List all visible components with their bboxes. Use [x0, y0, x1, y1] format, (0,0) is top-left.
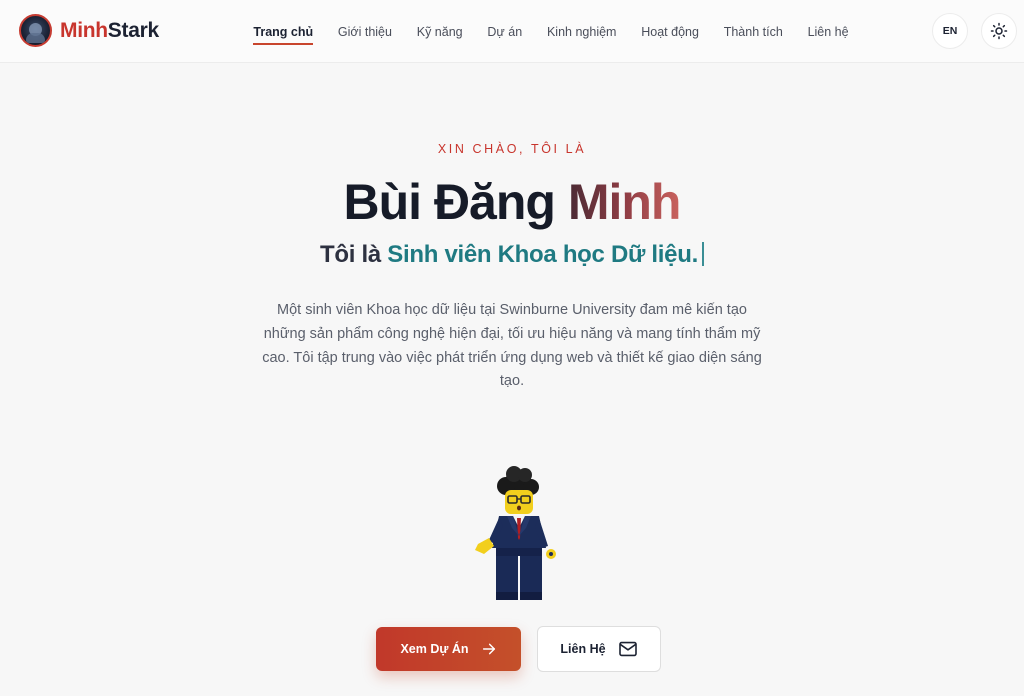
nav-item-achievements[interactable]: Thành tích: [724, 0, 783, 63]
logo-text-part2: Stark: [107, 18, 159, 42]
view-projects-label: Xem Dự Án: [400, 642, 469, 656]
typing-caret: [701, 242, 704, 266]
logo-text-part1: Minh: [60, 18, 108, 42]
nav-item-about[interactable]: Giới thiệu: [338, 0, 392, 63]
view-projects-button[interactable]: Xem Dự Án: [376, 627, 521, 671]
sun-icon: [990, 22, 1008, 40]
theme-toggle-button[interactable]: [981, 13, 1017, 49]
hero-name-accent: Minh: [567, 174, 682, 230]
logo[interactable]: MinhStark: [19, 14, 159, 47]
hero-subtitle-role: Sinh viên Khoa học Dữ liệu.: [387, 241, 698, 268]
hero-eyebrow: XIN CHÀO, TÔI LÀ: [437, 142, 587, 156]
main-nav: Trang chủ Giới thiệu Kỹ năng Dự án Kinh …: [241, 0, 861, 63]
mail-icon: [618, 641, 637, 657]
hero-name-first: Bùi Đăng: [343, 174, 568, 230]
hero-description: Một sinh viên Khoa học dữ liệu tại Swinb…: [262, 302, 762, 390]
logo-avatar: [19, 14, 52, 47]
nav-item-skills[interactable]: Kỹ năng: [417, 0, 463, 63]
site-header: MinhStark Trang chủ Giới thiệu Kỹ năng D…: [0, 0, 1024, 63]
hero-title: Bùi Đăng Minh: [0, 172, 1024, 232]
lego-avatar-image: [462, 466, 562, 602]
logo-text: MinhStark: [60, 19, 159, 43]
hero-subtitle: Tôi là Sinh viên Khoa học Dữ liệu.: [0, 239, 1024, 271]
nav-item-contact[interactable]: Liên hệ: [808, 0, 849, 63]
contact-label: Liên Hệ: [560, 642, 606, 656]
nav-item-experience[interactable]: Kinh nghiệm: [547, 0, 617, 63]
nav-item-activities[interactable]: Hoạt động: [641, 0, 699, 63]
language-toggle-button[interactable]: EN: [932, 13, 968, 49]
arrow-right-icon: [482, 643, 495, 655]
contact-button[interactable]: Liên Hệ: [537, 626, 661, 672]
nav-item-home[interactable]: Trang chủ: [253, 0, 313, 63]
hero-subtitle-prefix: Tôi là: [320, 241, 388, 268]
nav-item-projects[interactable]: Dự án: [487, 0, 522, 63]
